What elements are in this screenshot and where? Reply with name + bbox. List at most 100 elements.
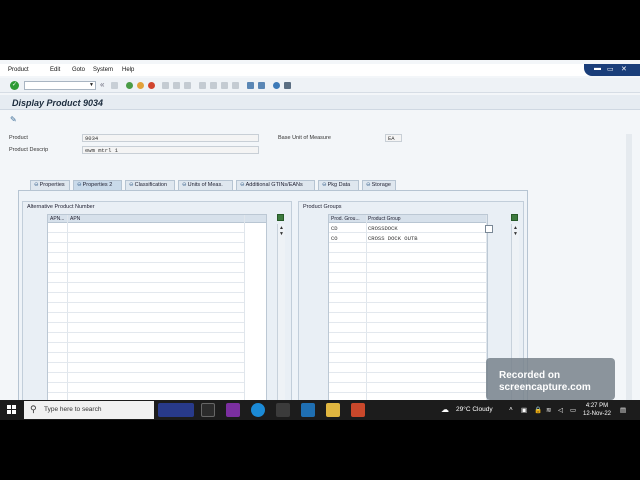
next-page-icon[interactable]: [221, 82, 228, 89]
table-row[interactable]: [48, 253, 244, 263]
col-header-apn[interactable]: APN: [70, 216, 80, 222]
table-row[interactable]: [48, 273, 244, 283]
col-header-apn-short[interactable]: APN...: [50, 216, 64, 222]
prod-group-code-cell[interactable]: CD: [331, 225, 338, 232]
menu-product[interactable]: Product: [8, 67, 29, 73]
table-row[interactable]: [48, 263, 244, 273]
table-row[interactable]: [48, 343, 244, 353]
close-icon[interactable]: ✕: [621, 65, 627, 73]
table-row[interactable]: CD CROSSDOCK: [329, 223, 487, 233]
table-row[interactable]: CO CROSS DOCK OUTB: [329, 233, 487, 243]
table-row[interactable]: [329, 273, 487, 283]
table-settings-icon[interactable]: [277, 214, 284, 221]
table-row[interactable]: [329, 243, 487, 253]
shortcut-icon[interactable]: [258, 82, 265, 89]
powerpoint-icon[interactable]: [351, 403, 365, 417]
save-icon[interactable]: [111, 82, 118, 89]
last-page-icon[interactable]: [232, 82, 239, 89]
table-row[interactable]: [48, 233, 244, 243]
table-row[interactable]: [48, 223, 244, 233]
enter-button[interactable]: ✓: [10, 81, 19, 90]
help-icon[interactable]: [273, 82, 280, 89]
menu-system[interactable]: System: [93, 67, 113, 73]
cancel-icon[interactable]: [148, 82, 155, 89]
sap-gui-icon[interactable]: [301, 403, 315, 417]
table-row[interactable]: [329, 263, 487, 273]
col-header-product-group[interactable]: Product Group: [368, 216, 401, 222]
back-icon[interactable]: «: [100, 80, 104, 89]
table-row[interactable]: [48, 383, 244, 393]
wifi-icon[interactable]: ≋: [546, 406, 551, 414]
table-row[interactable]: [329, 253, 487, 263]
table-row[interactable]: [329, 353, 487, 363]
scroll-down-icon[interactable]: ▼: [513, 231, 518, 237]
file-explorer-icon[interactable]: [326, 403, 340, 417]
uom-field[interactable]: EA: [385, 134, 402, 142]
tray-chevron-icon[interactable]: ˄: [509, 406, 513, 413]
print-icon[interactable]: [162, 82, 169, 89]
first-page-icon[interactable]: [199, 82, 206, 89]
table-row[interactable]: [48, 283, 244, 293]
notification-icon[interactable]: ▤: [620, 406, 626, 414]
new-session-icon[interactable]: [247, 82, 254, 89]
table-row[interactable]: [329, 373, 487, 383]
find-icon[interactable]: [173, 82, 180, 89]
sap-logon-icon[interactable]: [276, 403, 290, 417]
table-row[interactable]: [48, 353, 244, 363]
apn-vscrollbar[interactable]: ▲ ▼: [277, 224, 285, 404]
table-row[interactable]: [329, 313, 487, 323]
back-green-icon[interactable]: [126, 82, 133, 89]
col-header-prod-group-code[interactable]: Prod. Grou...: [331, 216, 360, 222]
chevron-down-icon[interactable]: ▼: [89, 82, 94, 88]
table-row[interactable]: [48, 323, 244, 333]
prev-page-icon[interactable]: [210, 82, 217, 89]
product-descr-field[interactable]: ewm mtrl 1: [82, 146, 259, 154]
edit-pen-icon[interactable]: ✎: [10, 115, 17, 124]
table-row[interactable]: [329, 293, 487, 303]
tab-pkg-data[interactable]: ⊖Pkg Data: [318, 180, 359, 190]
tab-properties-2[interactable]: ⊖Properties 2: [73, 180, 122, 190]
find-next-icon[interactable]: [184, 82, 191, 89]
layout-menu-icon[interactable]: [284, 82, 291, 89]
prod-group-code-cell[interactable]: CO: [331, 235, 338, 242]
widgets-icon[interactable]: [158, 403, 194, 417]
table-row[interactable]: [329, 363, 487, 373]
edge-icon[interactable]: [251, 403, 265, 417]
taskbar-search[interactable]: ⚲ Type here to search: [24, 401, 154, 419]
tab-properties[interactable]: ⊖Properties: [30, 180, 70, 190]
tray-lock-icon[interactable]: 🔒: [534, 406, 542, 414]
weather-text[interactable]: 29°C Cloudy: [456, 406, 493, 413]
tab-additional-gtins[interactable]: ⊖Additional GTINs/EANs: [236, 180, 315, 190]
taskbar-clock[interactable]: 4:27 PM 12-Nov-22: [583, 402, 611, 418]
table-row[interactable]: [329, 343, 487, 353]
command-field[interactable]: ▼: [24, 81, 96, 90]
table-row[interactable]: [48, 313, 244, 323]
page-vscrollbar[interactable]: [626, 134, 632, 404]
battery-icon[interactable]: ▭: [570, 406, 576, 414]
exit-icon[interactable]: [137, 82, 144, 89]
menu-goto[interactable]: Goto: [72, 67, 85, 73]
tray-app-icon[interactable]: ▣: [521, 406, 527, 414]
menu-edit[interactable]: Edit: [50, 67, 60, 73]
tab-storage[interactable]: ⊖Storage: [362, 180, 396, 190]
table-row[interactable]: [48, 373, 244, 383]
table-row[interactable]: [48, 293, 244, 303]
scroll-down-icon[interactable]: ▼: [279, 231, 284, 237]
windows-start-icon[interactable]: [7, 405, 17, 415]
table-row[interactable]: [329, 303, 487, 313]
table-settings-icon[interactable]: [511, 214, 518, 221]
tab-classification[interactable]: ⊖Classification: [125, 180, 175, 190]
value-help-button[interactable]: [485, 225, 493, 233]
table-row[interactable]: [48, 363, 244, 373]
task-view-icon[interactable]: [201, 403, 215, 417]
table-row[interactable]: [48, 243, 244, 253]
table-row[interactable]: [329, 383, 487, 393]
table-row[interactable]: [48, 333, 244, 343]
volume-icon[interactable]: ◁: [558, 406, 563, 414]
table-row[interactable]: [329, 323, 487, 333]
maximize-icon[interactable]: ▭: [607, 65, 614, 73]
onenote-icon[interactable]: [226, 403, 240, 417]
minimize-icon[interactable]: ▬: [594, 65, 601, 72]
prod-group-name-cell[interactable]: CROSS DOCK OUTB: [368, 235, 418, 242]
product-field[interactable]: 9034: [82, 134, 259, 142]
